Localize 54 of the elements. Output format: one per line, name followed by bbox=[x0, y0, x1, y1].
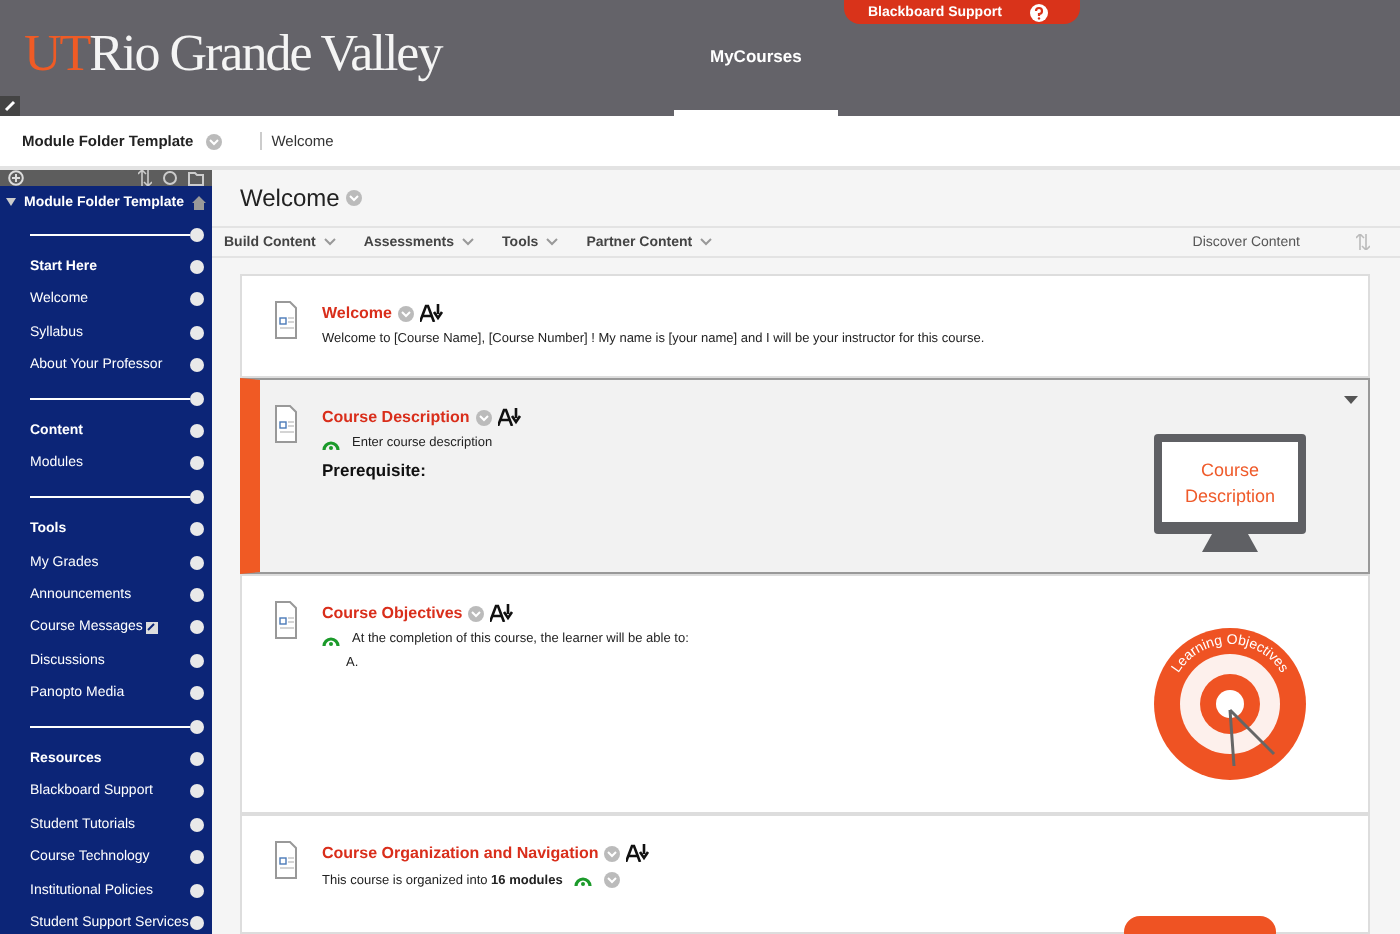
options-dot[interactable] bbox=[190, 358, 204, 373]
folder-icon[interactable] bbox=[188, 171, 204, 185]
options-dot[interactable] bbox=[190, 719, 204, 734]
caret-icon bbox=[323, 238, 336, 246]
document-icon bbox=[274, 600, 298, 640]
page-title: Welcome bbox=[240, 184, 340, 212]
options-dot[interactable] bbox=[190, 915, 204, 930]
item-title[interactable]: Course Organization and Navigation bbox=[322, 844, 599, 862]
text-format-icon[interactable] bbox=[626, 844, 651, 862]
options-dot[interactable] bbox=[190, 555, 204, 570]
item-title[interactable]: Course Description bbox=[322, 408, 470, 426]
prerequisite-label: Prerequisite: bbox=[322, 460, 428, 480]
text-format-icon[interactable] bbox=[490, 604, 515, 622]
document-icon bbox=[274, 840, 298, 880]
link-icon[interactable] bbox=[0, 96, 20, 116]
caret-icon bbox=[700, 238, 713, 246]
options-dot[interactable] bbox=[190, 391, 204, 406]
monitor-drawing: Course Description bbox=[1152, 432, 1308, 556]
chevron-icon[interactable] bbox=[1344, 396, 1358, 404]
home-icon[interactable] bbox=[192, 195, 206, 209]
options-dot[interactable] bbox=[190, 456, 204, 471]
options-dot[interactable] bbox=[190, 883, 204, 897]
gauge-icon bbox=[322, 437, 340, 449]
options-dot[interactable] bbox=[190, 227, 204, 242]
gauge-icon bbox=[574, 874, 593, 886]
text-format-icon[interactable] bbox=[419, 304, 444, 322]
options-dot[interactable] bbox=[190, 522, 204, 537]
options-dot[interactable] bbox=[190, 424, 204, 439]
options-dot[interactable] bbox=[190, 686, 204, 701]
gauge-icon bbox=[322, 633, 340, 645]
document-icon bbox=[274, 404, 298, 444]
options-dot[interactable] bbox=[190, 620, 204, 635]
caret-icon bbox=[462, 238, 475, 246]
options-dot[interactable] bbox=[190, 751, 204, 766]
university-logo[interactable]: UTRio Grande Valley bbox=[0, 0, 624, 116]
sort-icon[interactable] bbox=[138, 170, 152, 186]
options-dot[interactable] bbox=[190, 653, 204, 668]
options-dot[interactable] bbox=[190, 587, 204, 602]
options-dot[interactable] bbox=[190, 784, 204, 799]
item-title[interactable]: Course Objectives bbox=[322, 604, 463, 622]
options-dot[interactable] bbox=[190, 260, 204, 275]
item-title[interactable]: Welcome bbox=[322, 304, 392, 322]
caret-icon[interactable] bbox=[6, 198, 16, 206]
refresh-icon[interactable] bbox=[162, 170, 178, 186]
options-dot[interactable] bbox=[190, 292, 204, 307]
document-icon bbox=[274, 300, 298, 340]
help-icon bbox=[1029, 3, 1048, 21]
options-dot[interactable] bbox=[190, 325, 204, 340]
options-dot[interactable] bbox=[190, 817, 204, 832]
options-dot[interactable] bbox=[190, 489, 204, 504]
options-dot[interactable] bbox=[190, 850, 204, 865]
caret-icon bbox=[546, 238, 559, 246]
text-format-icon[interactable] bbox=[497, 408, 522, 426]
add-icon[interactable] bbox=[8, 170, 24, 186]
